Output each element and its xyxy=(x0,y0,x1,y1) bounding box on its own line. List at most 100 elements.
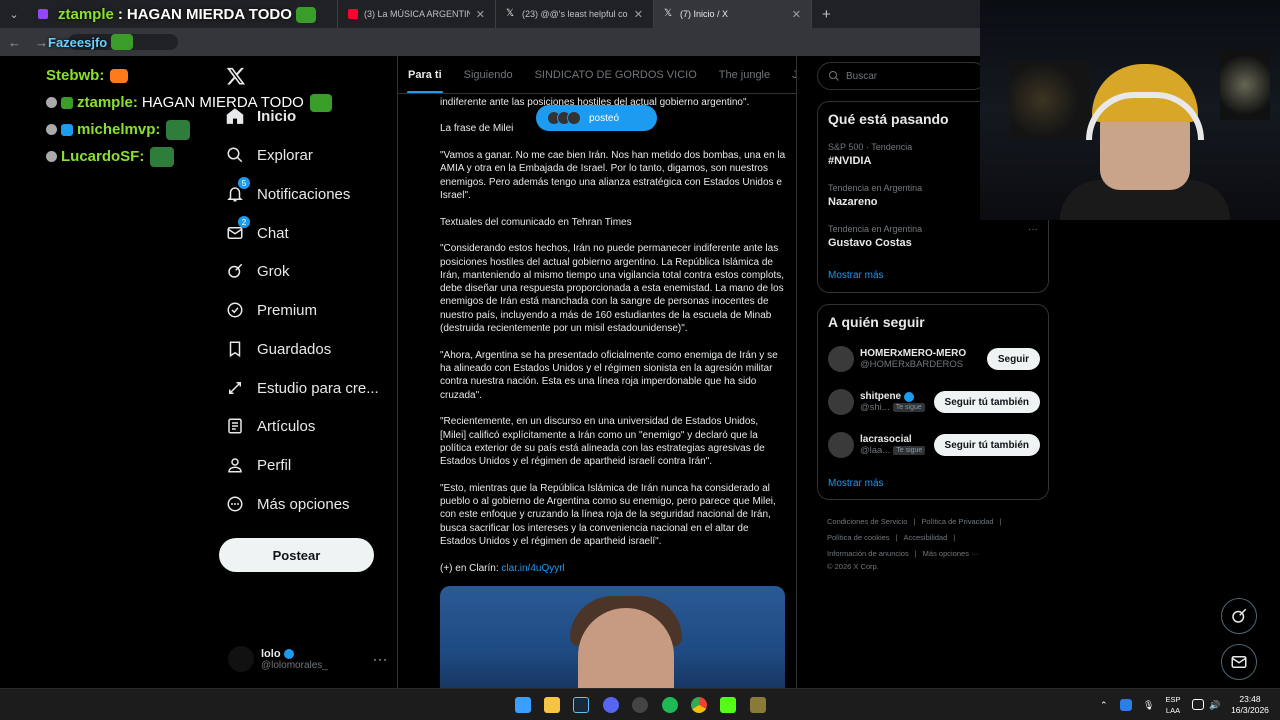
nav-label: Más opciones xyxy=(257,495,350,513)
nav-item-estudio[interactable]: Estudio para cre... xyxy=(226,373,379,403)
back-arrow-icon[interactable]: ← xyxy=(8,35,21,50)
column-divider xyxy=(796,56,797,688)
chat-line: michelmvp: xyxy=(46,116,332,143)
new-posts-pill[interactable]: ↑ posteó xyxy=(536,105,657,131)
pepe-emote-icon xyxy=(166,119,191,140)
tray-app-icon[interactable] xyxy=(1120,699,1132,711)
bell-icon: 5 xyxy=(226,177,250,203)
avatar[interactable] xyxy=(828,346,854,372)
tab-list-button[interactable]: ⌄ xyxy=(0,0,28,28)
volume-icon[interactable]: 🔊 xyxy=(1209,689,1220,720)
grok-icon xyxy=(226,262,244,280)
app-icon[interactable] xyxy=(750,697,766,713)
nav-item-chat[interactable]: 2 Chat xyxy=(226,216,289,248)
chat-count-badge: 2 xyxy=(238,216,250,228)
follow-suggestion: shitpene @shi... Te sigue Seguir tú tamb… xyxy=(828,387,1040,417)
follow-handle: @shi... xyxy=(860,402,890,413)
follow-back-button[interactable]: Seguir tú también xyxy=(933,434,1040,456)
chrome-icon[interactable] xyxy=(691,697,707,713)
trend-more-icon[interactable]: ··· xyxy=(1028,224,1038,235)
microphone-icon[interactable]: 🎙 xyxy=(1143,689,1154,720)
follow-show-more-link[interactable]: Mostrar más xyxy=(828,478,884,489)
youtube-favicon-icon xyxy=(348,9,358,19)
search-placeholder: Buscar xyxy=(846,70,878,82)
os-taskbar: ⌃ 🎙 ESP LAA 🔊 23:48 16/3/2026 xyxy=(0,688,1280,720)
footer-link[interactable]: Política de Privacidad xyxy=(921,517,993,526)
follow-title: A quién seguir xyxy=(828,314,925,330)
file-explorer-icon[interactable] xyxy=(544,697,560,713)
nav-item-articulos[interactable]: Artículos xyxy=(226,411,315,441)
nav-label: Guardados xyxy=(257,340,332,358)
tab-title: (3) La MÚSICA ARGENTINA an xyxy=(364,9,470,19)
tray-chevron-icon[interactable]: ⌃ xyxy=(1100,689,1108,720)
twitch-favicon-icon xyxy=(38,9,48,19)
tab-siguiendo[interactable]: Siguiendo xyxy=(453,56,524,93)
nav-item-notificaciones[interactable]: 5 Notificaciones xyxy=(226,177,351,209)
account-more-icon[interactable]: ··· xyxy=(373,652,388,666)
account-switcher[interactable]: lolo @lolomorales_ ··· xyxy=(228,644,388,674)
obs-icon[interactable] xyxy=(632,697,648,713)
chat-message: HAGAN MIERDA TODO xyxy=(126,6,292,23)
search-input[interactable]: Buscar xyxy=(817,62,987,90)
post-media-image[interactable] xyxy=(440,586,785,688)
close-tab-icon[interactable]: ✕ xyxy=(628,8,643,21)
discord-icon[interactable] xyxy=(603,697,619,713)
webcam-overlay xyxy=(980,0,1280,220)
follow-name[interactable]: shitpene xyxy=(860,391,901,402)
footer-link[interactable]: Más opciones ··· xyxy=(923,549,979,558)
windows-start-icon[interactable] xyxy=(515,697,531,713)
browser-tab-x-inicio[interactable]: 𝕏 (7) Inicio / X ✕ xyxy=(654,0,812,28)
account-handle: @lolomorales_ xyxy=(261,659,328,671)
post-button[interactable]: Postear xyxy=(219,538,374,572)
footer-link[interactable]: Condiciones de Servicio xyxy=(827,517,907,526)
forward-arrow-icon[interactable]: → xyxy=(35,35,48,50)
posted-label: posteó xyxy=(589,112,620,124)
footer-link[interactable]: Política de cookies xyxy=(827,533,890,542)
avatar[interactable] xyxy=(828,389,854,415)
language-indicator[interactable]: ESP LAA xyxy=(1163,694,1183,716)
follow-name[interactable]: HOMERxMERO-MERO xyxy=(860,348,987,359)
nav-item-grok[interactable]: Grok xyxy=(226,256,290,286)
follow-handle: @laa... xyxy=(860,445,891,456)
browser-tab-x-contrib[interactable]: 𝕏 (23) @@'s least helpful contrib ✕ xyxy=(496,0,654,28)
chat-username: ztample: xyxy=(77,94,138,111)
verified-badge-icon xyxy=(283,648,294,659)
mail-icon xyxy=(1231,656,1247,668)
tab-para-ti[interactable]: Para ti xyxy=(397,56,453,93)
nav-item-perfil[interactable]: Perfil xyxy=(226,450,291,480)
nav-label: Notificaciones xyxy=(257,185,351,203)
tab-sindicato[interactable]: SINDICATO DE GORDOS VICIO xyxy=(524,56,708,93)
follow-button[interactable]: Seguir xyxy=(986,348,1040,370)
nav-item-guardados[interactable]: Guardados xyxy=(226,334,331,364)
browser-tab-youtube[interactable]: (3) La MÚSICA ARGENTINA an ✕ xyxy=(338,0,496,28)
footer-link[interactable]: Información de anuncios xyxy=(827,549,909,558)
spotify-icon[interactable] xyxy=(662,697,678,713)
post-paragraph: (+) en Clarín: clar.in/4uQyyrl xyxy=(440,562,786,575)
system-clock[interactable]: 23:48 16/3/2026 xyxy=(1226,694,1274,716)
avatar[interactable] xyxy=(828,432,854,458)
close-tab-icon[interactable]: ✕ xyxy=(470,8,485,21)
steam-icon[interactable] xyxy=(573,697,589,713)
source-link[interactable]: clar.in/4uQyyrl xyxy=(501,563,564,574)
trends-show-more-link[interactable]: Mostrar más xyxy=(828,270,884,281)
monitor-icon[interactable] xyxy=(1192,699,1204,710)
trend-item[interactable]: Tendencia en Argentina Gustavo Costas ··… xyxy=(828,224,1038,249)
source-prefix: (+) en Clarín: xyxy=(440,562,499,574)
lang-bottom: LAA xyxy=(1165,706,1181,715)
nav-item-premium[interactable]: Premium xyxy=(226,295,317,325)
messages-float-button[interactable] xyxy=(1221,644,1257,680)
nav-label: Chat xyxy=(257,224,289,242)
webcam-city-lights-shape xyxy=(1220,50,1270,120)
follow-name[interactable]: lacrasocial xyxy=(860,434,934,445)
tab-joseo[interactable]: JOSEO xyxy=(781,56,796,93)
close-tab-icon[interactable]: ✕ xyxy=(786,8,801,21)
follow-suggestion: HOMERxMERO-MERO @HOMERxBARDEROS Seguir xyxy=(828,344,1040,374)
kick-icon[interactable] xyxy=(720,697,736,713)
browser-navbar: ← → xyxy=(0,28,980,56)
follow-back-button[interactable]: Seguir tú también xyxy=(933,391,1040,413)
new-tab-button[interactable]: + xyxy=(812,6,841,23)
tab-the-jungle[interactable]: The jungle xyxy=(708,56,781,93)
footer-link[interactable]: Accesibilidad xyxy=(904,533,948,542)
grok-float-button[interactable] xyxy=(1221,598,1257,634)
nav-item-mas-opciones[interactable]: Más opciones xyxy=(226,489,350,519)
